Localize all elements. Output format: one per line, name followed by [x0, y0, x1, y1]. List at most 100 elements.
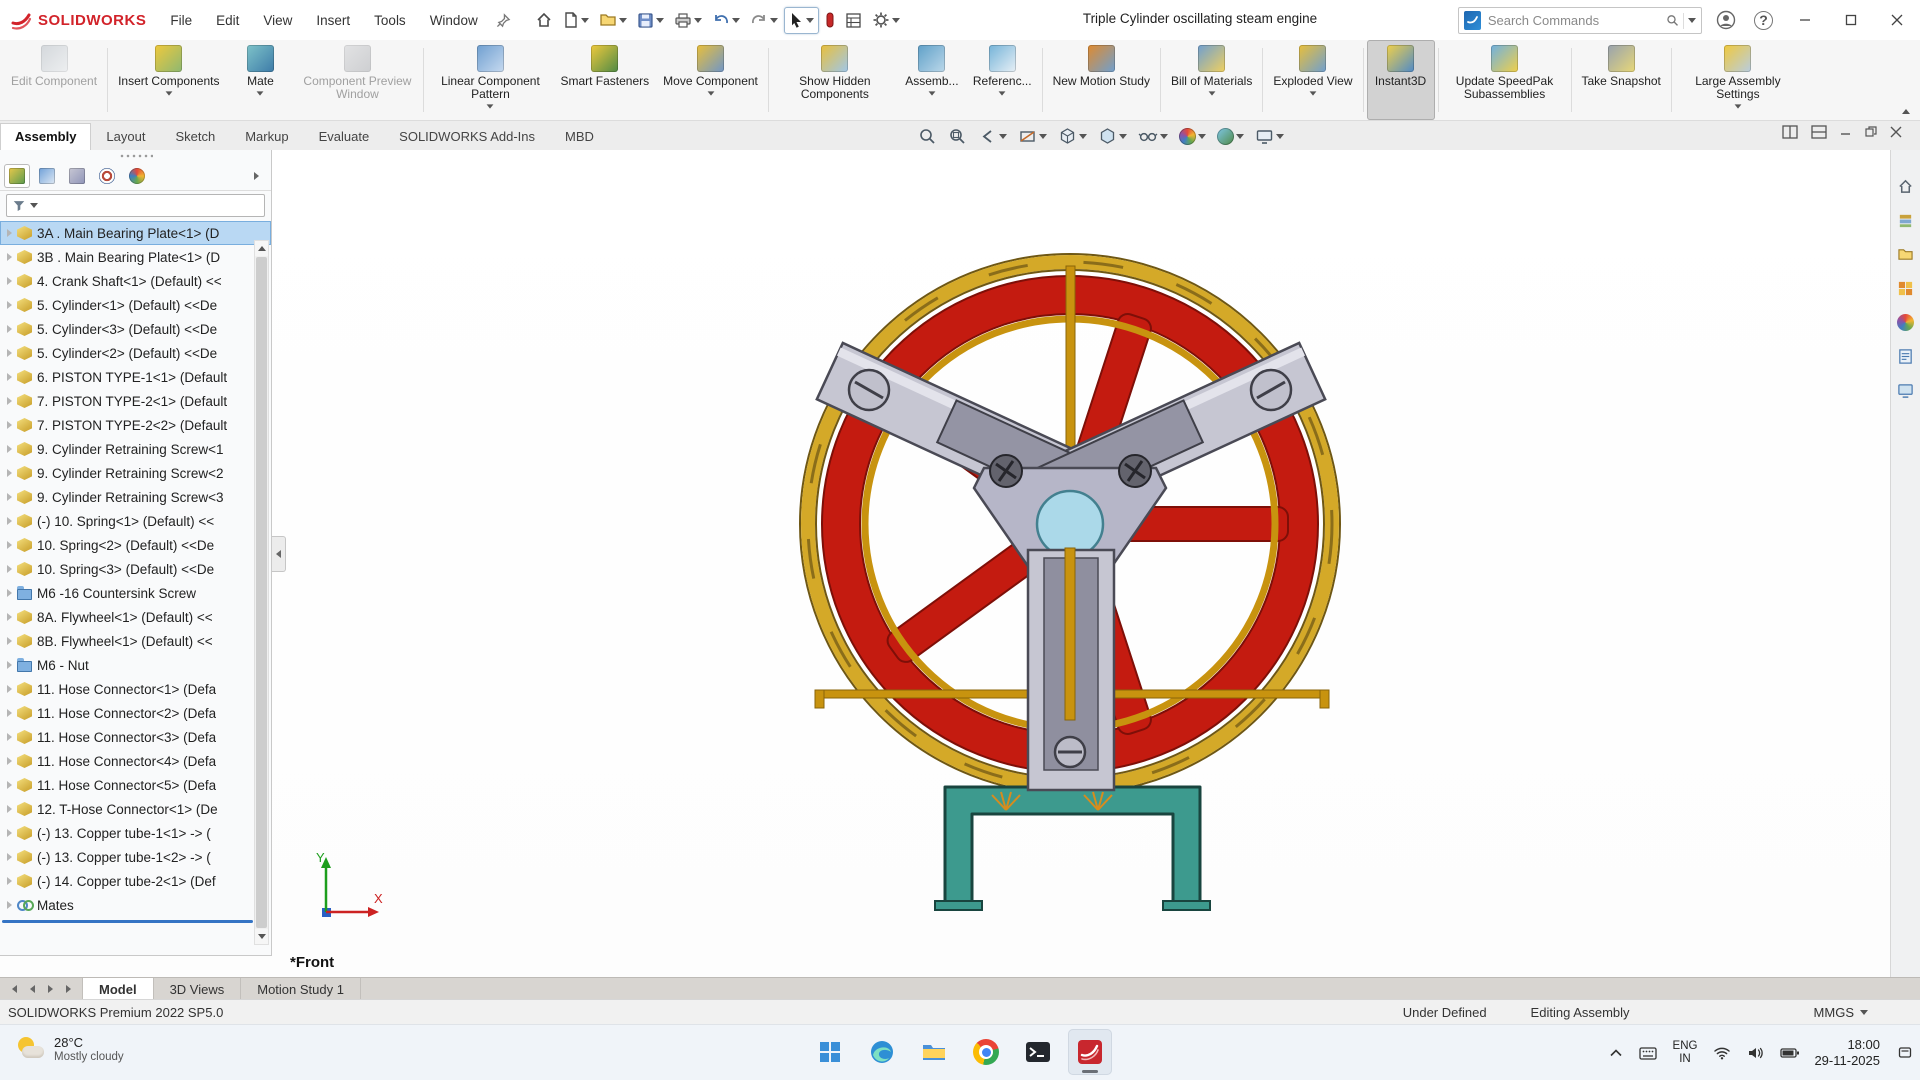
tree-item[interactable]: 7. PISTON TYPE-2<1> (Default	[0, 389, 271, 413]
next-tab-icon[interactable]	[42, 981, 58, 997]
apply-scene-icon[interactable]	[1215, 126, 1246, 147]
doc-minimize-button[interactable]	[1840, 126, 1852, 141]
split-view-icon[interactable]	[1811, 125, 1827, 142]
tab-solidworks-add-ins[interactable]: SOLIDWORKS Add-Ins	[384, 123, 550, 150]
tree-item[interactable]: 11. Hose Connector<1> (Defa	[0, 677, 271, 701]
displaymanager-tab[interactable]	[124, 164, 150, 188]
tree-item[interactable]: (-) 14. Copper tube-2<1> (Def	[0, 869, 271, 893]
search-icon[interactable]	[1666, 13, 1679, 28]
ribbon-insert-components[interactable]: Insert Components	[111, 40, 226, 120]
account-icon[interactable]	[1707, 4, 1745, 36]
tab-markup[interactable]: Markup	[230, 123, 303, 150]
minimize-button[interactable]	[1782, 0, 1828, 40]
terminal-icon[interactable]	[1016, 1029, 1060, 1075]
view-palette-icon[interactable]	[1896, 278, 1916, 298]
scroll-up-icon[interactable]	[255, 241, 268, 256]
tree-scrollbar[interactable]	[254, 240, 269, 945]
tree-item[interactable]: 8B. Flywheel<1> (Default) <<	[0, 629, 271, 653]
touch-keyboard-icon[interactable]	[1637, 1043, 1659, 1064]
tab-evaluate[interactable]: Evaluate	[304, 123, 385, 150]
ribbon-smart-fasteners[interactable]: Smart Fasteners	[553, 40, 656, 120]
ribbon-update-speedpak[interactable]: Update SpeedPak Subassemblies	[1442, 40, 1568, 120]
ribbon-linear-component-pattern[interactable]: Linear Component Pattern	[427, 40, 553, 120]
pivot-screw-left[interactable]	[990, 455, 1022, 487]
zoom-fit-icon[interactable]	[916, 125, 939, 148]
maximize-button[interactable]	[1828, 0, 1874, 40]
dropdown-icon[interactable]	[1734, 104, 1741, 108]
tree-item[interactable]: 9. Cylinder Retraining Screw<2	[0, 461, 271, 485]
tree-item[interactable]: 12. T-Hose Connector<1> (De	[0, 797, 271, 821]
options-gear-icon[interactable]	[868, 7, 904, 33]
tab-mbd[interactable]: MBD	[550, 123, 609, 150]
ribbon-collapse-icon[interactable]	[1902, 109, 1910, 114]
scroll-down-icon[interactable]	[255, 929, 268, 944]
tree-item[interactable]: 3B . Main Bearing Plate<1> (D	[0, 245, 271, 269]
crank-glass[interactable]	[1037, 491, 1103, 557]
search-input[interactable]	[1486, 12, 1666, 29]
custom-properties-icon[interactable]	[1896, 346, 1916, 366]
previous-view-icon[interactable]	[976, 125, 1009, 148]
filter-dropdown-icon[interactable]	[30, 203, 38, 208]
rollback-bar[interactable]	[2, 920, 253, 923]
chrome-icon[interactable]	[964, 1029, 1008, 1075]
tree-item[interactable]: 3A . Main Bearing Plate<1> (D	[0, 221, 271, 245]
pin-menu-icon[interactable]	[492, 9, 515, 32]
tree-item[interactable]: M6 - Nut	[0, 653, 271, 677]
ribbon-instant3d[interactable]: Instant3D	[1367, 40, 1435, 120]
start-button[interactable]	[808, 1029, 852, 1075]
tree-item[interactable]: 11. Hose Connector<2> (Defa	[0, 701, 271, 725]
wifi-icon[interactable]	[1711, 1042, 1733, 1064]
menu-insert[interactable]: Insert	[306, 8, 360, 33]
tree-item[interactable]: 10. Spring<2> (Default) <<De	[0, 533, 271, 557]
design-library-icon[interactable]	[1896, 210, 1916, 230]
weather-widget[interactable]: 28°C Mostly cloudy	[8, 1031, 132, 1069]
language-indicator[interactable]: ENG IN	[1671, 1036, 1700, 1070]
file-properties-icon[interactable]	[841, 8, 866, 33]
select-cursor-icon[interactable]	[784, 7, 819, 34]
doc-restore-button[interactable]	[1865, 126, 1877, 141]
volume-icon[interactable]	[1745, 1042, 1766, 1064]
tree-item[interactable]: (-) 13. Copper tube-1<2> -> (	[0, 845, 271, 869]
tree-item[interactable]: 11. Hose Connector<4> (Defa	[0, 749, 271, 773]
view-settings-icon[interactable]	[1253, 125, 1286, 148]
tree-filter-input[interactable]	[6, 194, 265, 217]
propertymanager-tab[interactable]	[34, 164, 60, 188]
ribbon-take-snapshot[interactable]: Take Snapshot	[1575, 40, 1668, 120]
appearances-icon[interactable]	[1896, 312, 1916, 332]
file-explorer-taskbar-icon[interactable]	[912, 1029, 956, 1075]
tree-item[interactable]: 4. Crank Shaft<1> (Default) <<	[0, 269, 271, 293]
home-icon[interactable]	[531, 7, 557, 33]
menu-tools[interactable]: Tools	[364, 8, 416, 33]
save-icon[interactable]	[633, 8, 668, 33]
tab-assembly[interactable]: Assembly	[0, 123, 91, 150]
dropdown-icon[interactable]	[1208, 91, 1215, 95]
ribbon-edit-component[interactable]: Edit Component	[4, 40, 104, 120]
tree-item[interactable]: 5. Cylinder<1> (Default) <<De	[0, 293, 271, 317]
tree-item[interactable]: 5. Cylinder<3> (Default) <<De	[0, 317, 271, 341]
open-icon[interactable]	[595, 8, 631, 32]
dropdown-icon[interactable]	[257, 91, 264, 95]
tree-item[interactable]: 6. PISTON TYPE-1<1> (Default	[0, 365, 271, 389]
ribbon-show-hidden-components[interactable]: Show Hidden Components	[772, 40, 898, 120]
units-selector[interactable]: MMGS	[1814, 1005, 1868, 1020]
undo-icon[interactable]	[708, 8, 744, 32]
zoom-area-icon[interactable]	[946, 125, 969, 148]
search-dropdown-icon[interactable]	[1688, 18, 1696, 23]
panel-drag-handle[interactable]	[0, 150, 271, 162]
hide-show-items-icon[interactable]	[1136, 125, 1170, 148]
edit-appearance-icon[interactable]	[1177, 126, 1208, 147]
stand[interactable]	[935, 787, 1210, 910]
graphics-area[interactable]: Y X *Front	[0, 150, 1920, 977]
scrollbar-thumb[interactable]	[256, 257, 267, 928]
doc-close-button[interactable]	[1890, 126, 1902, 141]
tree-item[interactable]: 8A. Flywheel<1> (Default) <<	[0, 605, 271, 629]
last-tab-icon[interactable]	[60, 981, 76, 997]
dimxpertmanager-tab[interactable]	[94, 164, 120, 188]
menu-window[interactable]: Window	[420, 8, 488, 33]
dropdown-icon[interactable]	[928, 91, 935, 95]
tree-item[interactable]: 5. Cylinder<2> (Default) <<De	[0, 341, 271, 365]
battery-icon[interactable]	[1778, 1043, 1802, 1063]
vertical-cylinder[interactable]	[1028, 548, 1114, 790]
dropdown-icon[interactable]	[487, 104, 494, 108]
tree-item[interactable]: 9. Cylinder Retraining Screw<1	[0, 437, 271, 461]
